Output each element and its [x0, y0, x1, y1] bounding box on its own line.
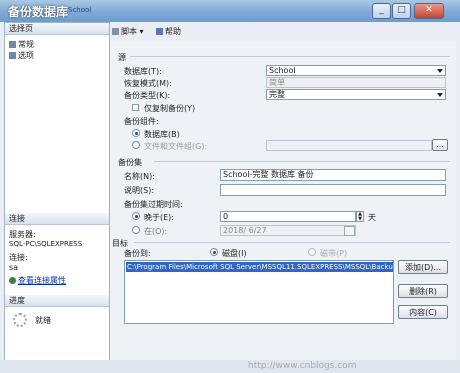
expire-days-input[interactable]: 0: [220, 211, 356, 222]
expire-date-input: 2018/ 6/27: [220, 225, 356, 236]
progress-status: 就绪: [35, 316, 51, 325]
script-button[interactable]: 脚本 ▾: [112, 26, 144, 37]
backup-type-select[interactable]: 完整: [266, 89, 446, 100]
tape-radio[interactable]: [308, 248, 316, 256]
component-files-label: 文件和文件组(G):: [144, 142, 208, 151]
backup-dialog-window: 备份数据库 School _ □ ✕ 选择页 常规 选项 连接 服务器: SQL…: [0, 0, 460, 373]
minimize-button[interactable]: _: [372, 3, 391, 19]
days-unit: 天: [368, 213, 376, 222]
progress-spinner-icon: [13, 313, 27, 327]
name-label: 名称(N):: [124, 172, 155, 181]
backup-set-group-label: 备份集: [118, 158, 142, 167]
contents-button[interactable]: 内容(C): [398, 305, 448, 319]
database-select[interactable]: School: [266, 65, 446, 76]
watermark-text: http://www.cnblogs.com: [248, 361, 357, 371]
backup-type-label: 备份类型(K):: [124, 91, 171, 100]
destination-list[interactable]: C:\Program Files\Microsoft SQL Server\MS…: [124, 260, 394, 324]
component-database-label: 数据库(B): [144, 130, 180, 139]
sidebar-item-options[interactable]: 选项: [9, 50, 34, 61]
server-value: SQL-PC\SQLEXPRESS: [9, 240, 83, 248]
backup-name-input[interactable]: School-完整 数据库 备份: [220, 169, 446, 181]
script-icon: [112, 28, 119, 35]
calendar-icon[interactable]: [344, 226, 355, 236]
connect-label: 连接:: [9, 253, 28, 262]
close-button[interactable]: ✕: [414, 3, 444, 19]
expire-after-label: 晚于(E):: [144, 213, 174, 222]
main-panel: 源 数据库(T): School 恢复模式(M): 简单 备份类型(K): 完整…: [110, 41, 456, 360]
copy-only-label: 仅复制备份(Y): [144, 104, 196, 113]
remove-button[interactable]: 删除(R): [398, 284, 448, 298]
window-subtitle: School: [68, 6, 92, 14]
toolbar: 脚本 ▾ 帮助: [110, 24, 456, 40]
view-connection-properties-link[interactable]: 查看连接属性: [9, 275, 66, 286]
files-field: [266, 140, 432, 151]
component-files-radio[interactable]: [132, 141, 140, 149]
status-bar: http://www.cnblogs.com: [0, 360, 460, 373]
description-label: 说明(S):: [124, 186, 155, 195]
recovery-model-field: 简单: [266, 77, 446, 88]
expire-after-radio[interactable]: [132, 212, 140, 220]
destination-path-item[interactable]: C:\Program Files\Microsoft SQL Server\MS…: [126, 262, 393, 272]
page-icon: [9, 52, 16, 59]
help-button[interactable]: 帮助: [156, 26, 181, 37]
tape-label: 磁带(P): [320, 249, 348, 258]
left-pane: 选择页 常规 选项 连接 服务器: SQL-PC\SQLEXPRESS 连接: …: [4, 22, 110, 362]
backup-to-label: 备份到:: [124, 249, 151, 258]
copy-only-checkbox[interactable]: [132, 104, 139, 111]
disk-radio[interactable]: [210, 248, 218, 256]
connect-value: sa: [9, 263, 19, 272]
page-icon: [9, 41, 16, 48]
expire-on-radio[interactable]: [132, 226, 140, 234]
add-button[interactable]: 添加(D)...: [398, 260, 448, 274]
expire-on-label: 在(O):: [144, 227, 168, 236]
sidebar-item-general[interactable]: 常规: [9, 39, 34, 50]
server-label: 服务器:: [9, 230, 36, 239]
maximize-button[interactable]: □: [392, 3, 411, 19]
divider: [134, 242, 450, 243]
connection-header: 连接: [5, 213, 109, 225]
help-icon: [156, 28, 163, 35]
connection-icon: [9, 277, 16, 284]
divider: [130, 56, 450, 57]
recovery-label: 恢复模式(M):: [124, 79, 172, 88]
description-input[interactable]: [220, 184, 446, 196]
database-label: 数据库(T):: [124, 67, 162, 76]
disk-label: 磁盘(I): [222, 249, 247, 258]
window-title: 备份数据库: [8, 5, 69, 19]
source-group-label: 源: [118, 53, 126, 62]
title-bar[interactable]: 备份数据库 School _ □ ✕: [0, 0, 460, 22]
divider: [154, 161, 450, 162]
component-label: 备份组件:: [124, 117, 159, 126]
select-page-header: 选择页: [5, 23, 109, 35]
browse-files-button[interactable]: ...: [432, 139, 448, 151]
component-database-radio[interactable]: [132, 129, 140, 137]
days-spinner[interactable]: ▲ ▼: [356, 211, 364, 222]
progress-header: 进度: [5, 295, 109, 307]
expire-label: 备份集过期时间:: [124, 200, 183, 209]
